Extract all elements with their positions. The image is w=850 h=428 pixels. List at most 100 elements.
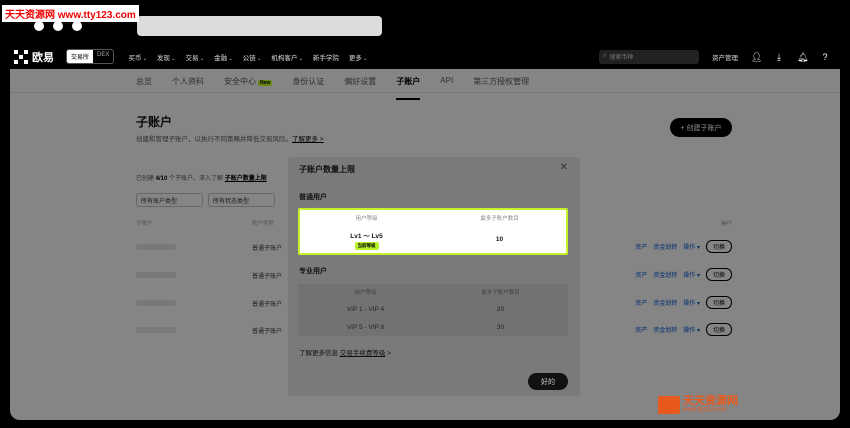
more-prefix: 了解更多信息 [299,350,340,357]
level-value: Lv1 ～ Lv5 [350,232,383,240]
limit-link[interactable]: 子账户数量上限 [225,176,267,182]
table-header: 用户等级 最多子账户数目 [298,284,568,300]
assets-link[interactable]: 资产 [635,298,647,307]
tab-preferences[interactable]: 偏好设置 [344,76,376,92]
row-actions: 资产 资金划转 操作 ▾ 切换 [635,268,732,281]
blurred-name [136,244,176,250]
search-input[interactable]: ⌕ 搜索币种 [599,49,699,64]
tab-third-party[interactable]: 第三方授权管理 [473,76,529,92]
nav-right: ⌕ 搜索币种 资产管理 👤︎ ⤓ 🔔︎ ? [599,49,830,64]
menu-buy[interactable]: 买币 [128,52,147,62]
th-subaccount: 子账户 [136,221,153,227]
created-prefix: 已创建 [136,176,156,182]
row-actions: 资产 资金划转 操作 ▾ 切换 [635,240,732,253]
assets-link[interactable]: 资产 [635,325,647,334]
switch-button[interactable]: 切换 [705,323,732,336]
assets-link[interactable]: 资产 [635,242,647,251]
row-actions: 资产 资金划转 操作 ▾ 切换 [635,323,732,336]
help-icon[interactable]: ? [820,52,830,62]
row-type: 普通子账户 [252,302,283,308]
search-placeholder: 搜索币种 [609,55,634,61]
pro-users-heading: 专业用户 [299,268,327,275]
status-filter[interactable]: 所有状态类型 [208,193,275,207]
col-level: 用户等级 [354,290,377,296]
fee-level-link[interactable]: 交易手续费等级 [340,350,386,357]
create-subaccount-button[interactable]: + 创建子账户 [670,118,732,137]
more-suffix: > [385,350,391,357]
top-navigation: 欧易 交易所 DEX 买币 发现 交易 金融 公链 机构客户 新手学院 更多 ⌕… [10,44,840,69]
table-row: VIP 5 - VIP 8 30 [298,318,568,336]
subaccount-limit-dialog: 子账户数量上限 ✕ 普通用户 用户等级 最多子账户数目 Lv1 ～ Lv5 当前等级… [288,157,580,396]
menu-trade[interactable]: 交易 [186,52,205,62]
pro-users-table: 用户等级 最多子账户数目 VIP 1 - VIP 4 20 VIP 5 - VIP … [298,284,568,336]
new-badge: New [258,80,273,86]
created-mid: 个子账户。深入了解 [167,176,225,182]
col-max: 最多子账户数目 [480,216,519,222]
close-icon[interactable]: ✕ [560,162,568,173]
row-type: 普通子账户 [252,246,283,252]
dialog-title: 子账户数量上限 [299,165,355,174]
tab-security[interactable]: 安全中心 New [224,76,273,92]
table-row: VIP 1 - VIP 4 20 [298,300,568,318]
row-actions: 资产 资金划转 操作 ▾ 切换 [635,296,732,309]
search-icon: ⌕ [603,53,607,59]
ok-button[interactable]: 好的 [528,373,568,390]
row-type: 普通子账户 [252,329,283,335]
watermark-url: www.tty123.com [683,407,727,413]
tab-overview[interactable]: 总览 [136,76,152,92]
operate-menu[interactable]: 操作 ▾ [683,298,700,307]
operate-menu[interactable]: 操作 ▾ [683,242,700,251]
transfer-link[interactable]: 资金划转 [653,325,677,334]
watermark-top: 天天资源网 www.tty123.com [2,5,139,22]
created-count: 4/10 [155,176,168,182]
level-cell: Lv1 ～ Lv5 当前等级 [300,230,433,250]
regular-users-table: 用户等级 最多子账户数目 Lv1 ～ Lv5 当前等级 10 [298,208,568,255]
transfer-link[interactable]: 资金划转 [653,242,677,251]
switch-button[interactable]: 切换 [705,268,732,281]
row-type: 普通子账户 [252,274,283,280]
learn-more-link[interactable]: 了解更多 > [292,136,324,143]
level-cell: VIP 1 - VIP 4 [346,305,385,313]
tab-subaccounts[interactable]: 子账户 [396,76,421,100]
window-controls [34,21,82,31]
tab-verification[interactable]: 身份认证 [292,76,324,92]
watermark-text: 天天资源网 www.tty123.com [683,395,738,414]
brand-name: 欧易 [32,51,54,64]
switch-button[interactable]: 切换 [705,296,732,309]
tab-api[interactable]: API [440,76,453,92]
asset-management-menu[interactable]: 资产管理 [712,52,738,62]
transfer-link[interactable]: 资金划转 [653,270,677,279]
window-dot-minimize[interactable] [53,21,63,31]
assets-link[interactable]: 资产 [635,270,647,279]
bell-icon[interactable]: 🔔︎ [797,52,808,62]
menu-finance[interactable]: 金融 [214,52,233,62]
window-dot-maximize[interactable] [72,21,82,31]
window-dot-close[interactable] [34,21,44,31]
download-icon[interactable]: ⤓ [774,52,784,62]
menu-academy[interactable]: 新手学院 [313,52,339,62]
mode-switch[interactable]: 交易所 DEX [66,49,115,64]
filters: 所有账户类型 所有状态类型 [136,193,275,207]
menu-chain[interactable]: 公链 [243,52,262,62]
regular-users-heading: 普通用户 [299,194,327,201]
menu-discover[interactable]: 发现 [157,52,176,62]
col-max: 最多子账户数目 [481,290,520,296]
mode-exchange[interactable]: 交易所 [67,50,94,63]
brand-logo[interactable]: 欧易 [14,49,54,65]
tab-profile[interactable]: 个人资料 [172,76,204,92]
address-bar[interactable] [137,16,382,36]
mode-dex[interactable]: DEX [93,50,113,63]
account-type-filter[interactable]: 所有账户类型 [136,193,203,207]
operate-menu[interactable]: 操作 ▾ [683,325,700,334]
transfer-link[interactable]: 资金划转 [653,298,677,307]
user-icon[interactable]: 👤︎ [751,52,762,62]
max-cell: 20 [496,305,505,313]
menu-institutional[interactable]: 机构客户 [271,52,303,62]
switch-button[interactable]: 切换 [705,240,732,253]
blurred-name [136,327,176,333]
operate-menu[interactable]: 操作 ▾ [683,270,700,279]
current-level-badge: 当前等级 [354,241,379,250]
col-level: 用户等级 [355,216,378,222]
page-desc-text: 创建和管理子账户，以执行不同策略并降低交易风险。 [136,136,292,143]
menu-more[interactable]: 更多 [349,52,368,62]
